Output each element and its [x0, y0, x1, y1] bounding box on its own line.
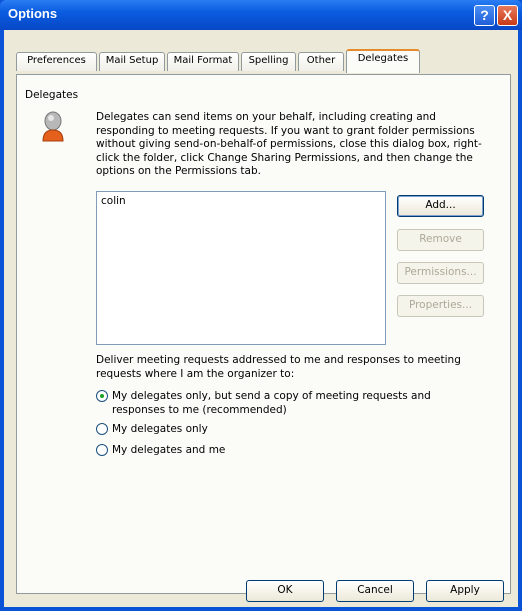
- radio-label: My delegates only, but send a copy of me…: [112, 390, 431, 416]
- delegates-panel: Delegates Delegates can send items on yo…: [16, 74, 511, 594]
- properties-button[interactable]: Properties...: [397, 295, 484, 317]
- delegate-person-icon: [42, 111, 64, 142]
- title-bar[interactable]: Options ? X: [0, 0, 522, 30]
- apply-button[interactable]: Apply: [426, 580, 504, 602]
- tab-other[interactable]: Other: [298, 52, 344, 71]
- permissions-button[interactable]: Permissions...: [397, 262, 484, 284]
- add-button[interactable]: Add...: [397, 195, 484, 217]
- window-title: Options: [8, 6, 58, 21]
- tab-mail-format[interactable]: Mail Format: [167, 52, 239, 71]
- list-item[interactable]: colin: [101, 195, 126, 207]
- deliver-meeting-requests-label: Deliver meeting requests addressed to me…: [96, 354, 461, 380]
- radio-label: My delegates and me: [112, 444, 226, 456]
- radio-label: My delegates only: [112, 423, 208, 435]
- radio-button[interactable]: [96, 423, 108, 435]
- options-dialog: Options ? X Preferences Mail Setup Mail …: [0, 0, 522, 611]
- delegates-listbox[interactable]: colin: [96, 191, 386, 345]
- cancel-button[interactable]: Cancel: [336, 580, 414, 602]
- radio-button-checked[interactable]: [96, 390, 108, 402]
- dialog-client-area: Preferences Mail Setup Mail Format Spell…: [4, 30, 518, 607]
- tab-mail-setup[interactable]: Mail Setup: [99, 52, 165, 71]
- delegates-description: Delegates can send items on your behalf,…: [96, 111, 482, 177]
- tab-spelling[interactable]: Spelling: [241, 52, 296, 71]
- delegates-group-label: Delegates: [25, 89, 79, 101]
- remove-button[interactable]: Remove: [397, 229, 484, 251]
- radio-button[interactable]: [96, 444, 108, 456]
- tab-delegates[interactable]: Delegates: [346, 49, 420, 73]
- close-button[interactable]: X: [497, 5, 518, 26]
- tab-preferences[interactable]: Preferences: [16, 52, 97, 71]
- ok-button[interactable]: OK: [246, 580, 324, 602]
- help-button[interactable]: ?: [474, 5, 495, 26]
